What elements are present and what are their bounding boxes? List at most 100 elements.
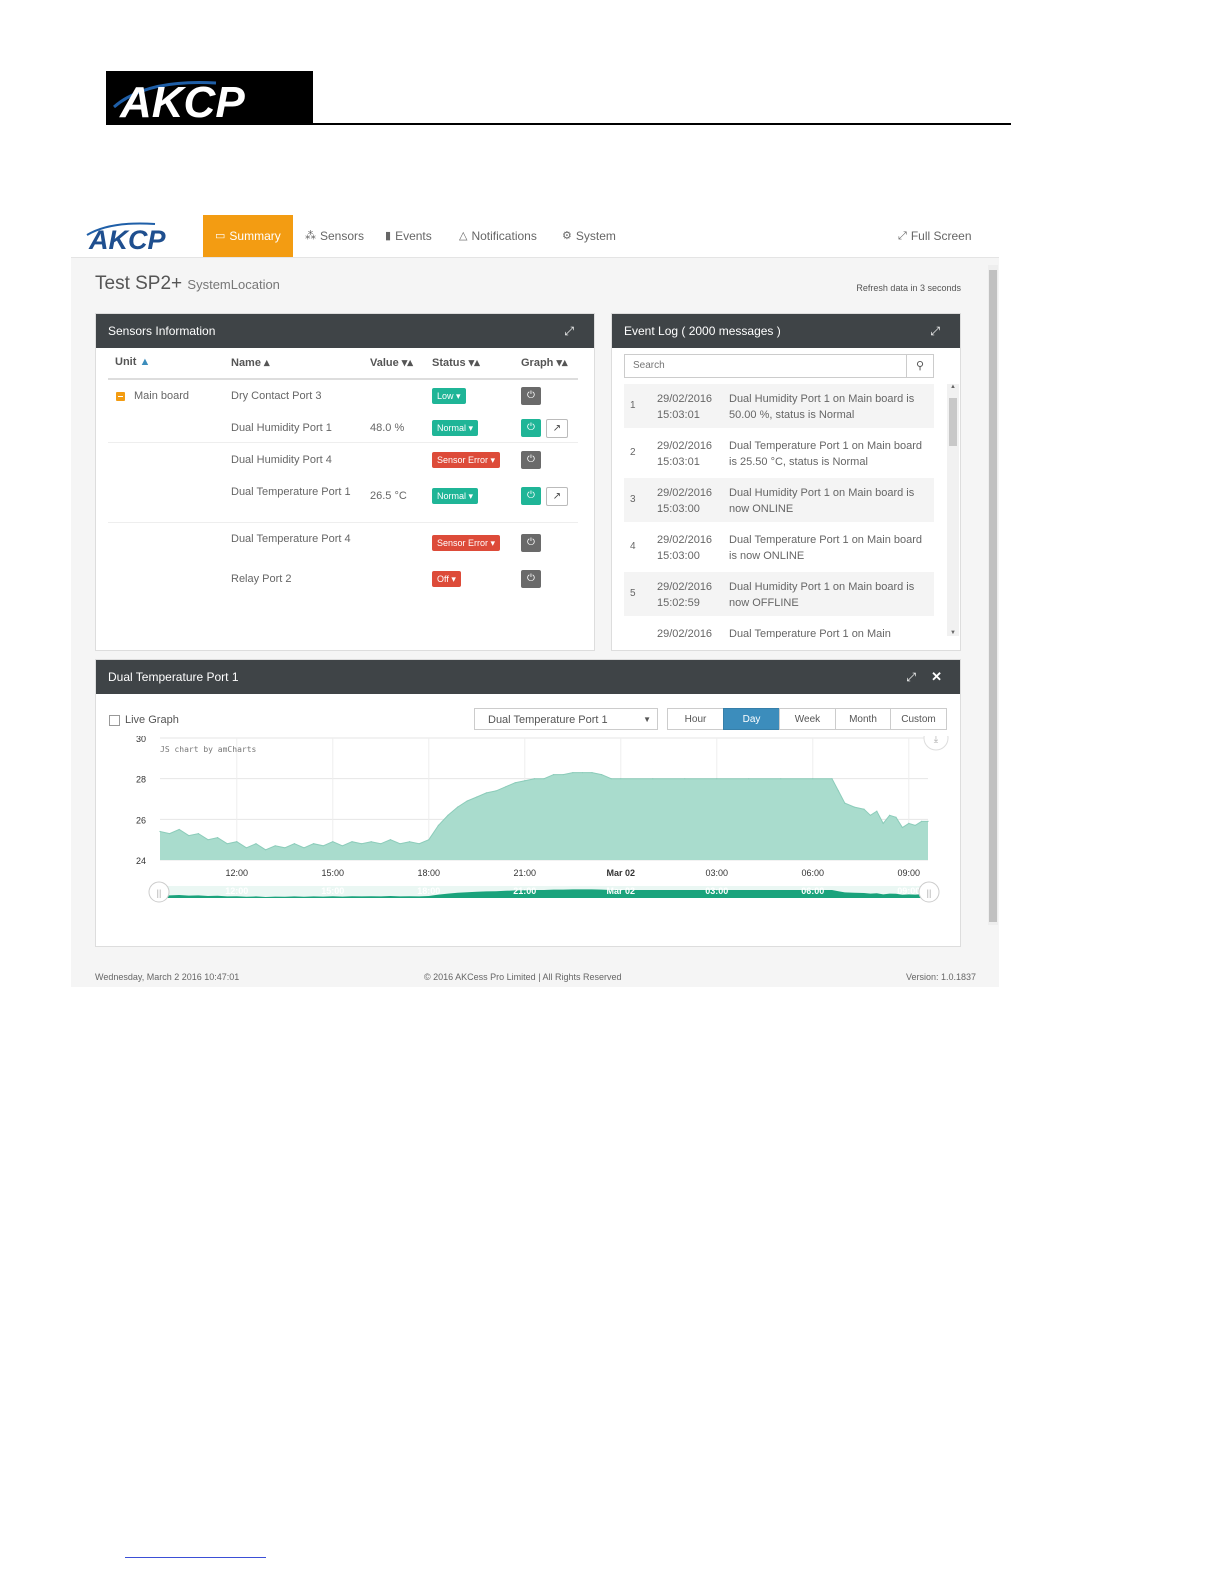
data-point <box>882 822 884 824</box>
page-scrollbar[interactable] <box>988 265 998 925</box>
data-point <box>921 820 923 822</box>
book-icon: ▮ <box>385 230 392 242</box>
expand-icon[interactable]: ⤢ <box>564 314 574 348</box>
scroll-up-icon[interactable]: ▲ <box>947 384 959 390</box>
range-custom-button[interactable]: Custom <box>890 708 947 730</box>
nav-notifications[interactable]: △ Notifications <box>459 215 537 257</box>
expand-icon[interactable]: ⤢ <box>930 314 940 348</box>
event-time: 15:03:01 <box>657 456 700 468</box>
page-scrollbar-thumb[interactable] <box>989 270 997 922</box>
range-day-button[interactable]: Day <box>723 708 780 730</box>
col-status[interactable]: Status ▾▴ <box>432 356 480 369</box>
range-week-button[interactable]: Week <box>779 708 836 730</box>
sensor-name[interactable]: Dual Temperature Port 1 <box>231 484 359 500</box>
data-point <box>514 782 516 784</box>
power-icon[interactable]: ⏻ <box>521 387 541 405</box>
data-point <box>361 843 363 845</box>
power-icon[interactable]: ⏻ <box>521 534 541 552</box>
data-point <box>543 778 545 780</box>
data-point <box>581 772 583 774</box>
power-icon[interactable]: ⏻ <box>521 487 541 505</box>
collapse-icon[interactable] <box>116 392 125 401</box>
range-month-button[interactable]: Month <box>835 708 891 730</box>
event-row[interactable]: 5 29/02/2016 15:02:59 Dual Humidity Port 1 … <box>624 572 934 616</box>
col-unit[interactable]: Unit ▲ <box>115 356 150 368</box>
nav-summary[interactable]: ▭ Summary <box>203 215 293 257</box>
status-dropdown[interactable]: Sensor Error ▾ <box>432 535 501 551</box>
data-point <box>476 796 478 798</box>
event-row[interactable]: 1 29/02/2016 15:03:01 Dual Humidity Port 1 … <box>624 384 934 428</box>
power-icon[interactable]: ⏻ <box>521 451 541 469</box>
event-timestamp: 29/02/2016 15:03:00 <box>657 532 723 564</box>
refresh-countdown: Refresh data in 3 seconds <box>856 283 961 293</box>
power-icon[interactable]: ⏻ <box>521 419 541 437</box>
graph-panel: Dual Temperature Port 1 ⤢ ✕ Live Graph D… <box>95 659 961 947</box>
nav-notifications-label: Notifications <box>471 229 537 243</box>
data-point <box>188 835 190 837</box>
sensor-value: 48.0 % <box>370 422 405 434</box>
svg-text:AKCP: AKCP <box>119 78 245 125</box>
data-point <box>876 810 878 812</box>
event-row[interactable]: 4 29/02/2016 15:03:00 Dual Temperature Port… <box>624 525 934 569</box>
sensor-select[interactable]: Dual Temperature Port 1 ▼ <box>474 708 658 730</box>
top-navbar: AKCP ▭ Summary ⁂ Sensors ▮ Events △ Noti… <box>71 215 999 258</box>
live-graph-checkbox[interactable] <box>109 714 120 726</box>
event-scrollbar[interactable]: ▲ ▼ <box>947 384 959 636</box>
col-value[interactable]: Value ▾▴ <box>370 356 413 369</box>
data-point <box>869 814 872 816</box>
x-tick-label: 21:00 <box>514 868 537 878</box>
sensor-name[interactable]: Dual Temperature Port 4 <box>231 531 359 547</box>
unit-main-board[interactable]: Main board <box>134 388 189 404</box>
document-footer-link[interactable] <box>125 1557 266 1558</box>
col-graph[interactable]: Graph ▾▴ <box>521 356 568 369</box>
navigator-tick-label: 03:00 <box>705 886 728 896</box>
data-point <box>684 778 686 780</box>
brand-logo[interactable]: AKCP <box>85 219 195 253</box>
event-search-input[interactable] <box>625 355 911 376</box>
data-point <box>255 843 257 845</box>
grip-icon: || <box>157 888 162 898</box>
data-point <box>437 824 439 826</box>
event-row[interactable]: 3 29/02/2016 15:03:00 Dual Humidity Port 1 … <box>624 478 934 522</box>
expand-icon[interactable]: ⤢ <box>906 660 916 694</box>
data-point <box>293 843 295 845</box>
fullscreen-button[interactable]: ⤢ Full Screen <box>898 215 972 257</box>
status-dropdown[interactable]: Sensor Error ▾ <box>432 452 501 468</box>
close-icon[interactable]: ✕ <box>931 660 942 694</box>
event-row[interactable]: 2 29/02/2016 15:03:01 Dual Temperature Port… <box>624 431 934 475</box>
status-dropdown[interactable]: Normal ▾ <box>432 488 479 504</box>
nav-events[interactable]: ▮ Events <box>385 215 432 257</box>
power-icon[interactable]: ⏻ <box>521 570 541 588</box>
event-scrollbar-thumb[interactable] <box>949 398 957 446</box>
navigator-tick-label: Mar 02 <box>607 886 636 896</box>
status-dropdown[interactable]: Normal ▾ <box>432 420 479 436</box>
event-timestamp: 29/02/2016 <box>657 626 723 638</box>
event-message: Dual Humidity Port 1 on Main board is 50… <box>729 393 915 421</box>
row-divider <box>108 522 578 523</box>
data-point <box>853 806 856 808</box>
event-date: 29/02/2016 <box>657 440 713 452</box>
sensor-name[interactable]: Relay Port 2 <box>231 571 359 587</box>
event-row[interactable]: 29/02/2016 Dual Temperature Port 1 on Mai… <box>624 619 934 638</box>
nav-system[interactable]: ⚙ System <box>562 215 616 257</box>
line-chart-icon[interactable]: ↗ <box>546 419 568 438</box>
data-point <box>553 774 555 776</box>
sensor-name[interactable]: Dry Contact Port 3 <box>231 388 359 404</box>
live-graph-toggle[interactable]: Live Graph <box>109 714 179 726</box>
search-button[interactable]: ⚲ <box>906 355 933 377</box>
line-chart-icon[interactable]: ↗ <box>546 487 568 506</box>
data-point <box>889 814 891 816</box>
data-point <box>927 820 929 822</box>
nav-sensors[interactable]: ⁂ Sensors <box>305 215 364 257</box>
col-name[interactable]: Name ▴ <box>231 356 270 369</box>
status-dropdown[interactable]: Off ▾ <box>432 571 461 587</box>
sensor-name[interactable]: Dual Humidity Port 1 <box>231 420 359 436</box>
status-dropdown[interactable]: Low ▾ <box>432 388 466 404</box>
range-hour-button[interactable]: Hour <box>667 708 724 730</box>
event-number: 2 <box>630 447 636 458</box>
data-point <box>303 847 305 849</box>
row-divider <box>108 442 578 443</box>
sensor-name[interactable]: Dual Humidity Port 4 <box>231 452 359 468</box>
event-date: 29/02/2016 <box>657 487 713 499</box>
scroll-down-icon[interactable]: ▼ <box>947 630 959 636</box>
